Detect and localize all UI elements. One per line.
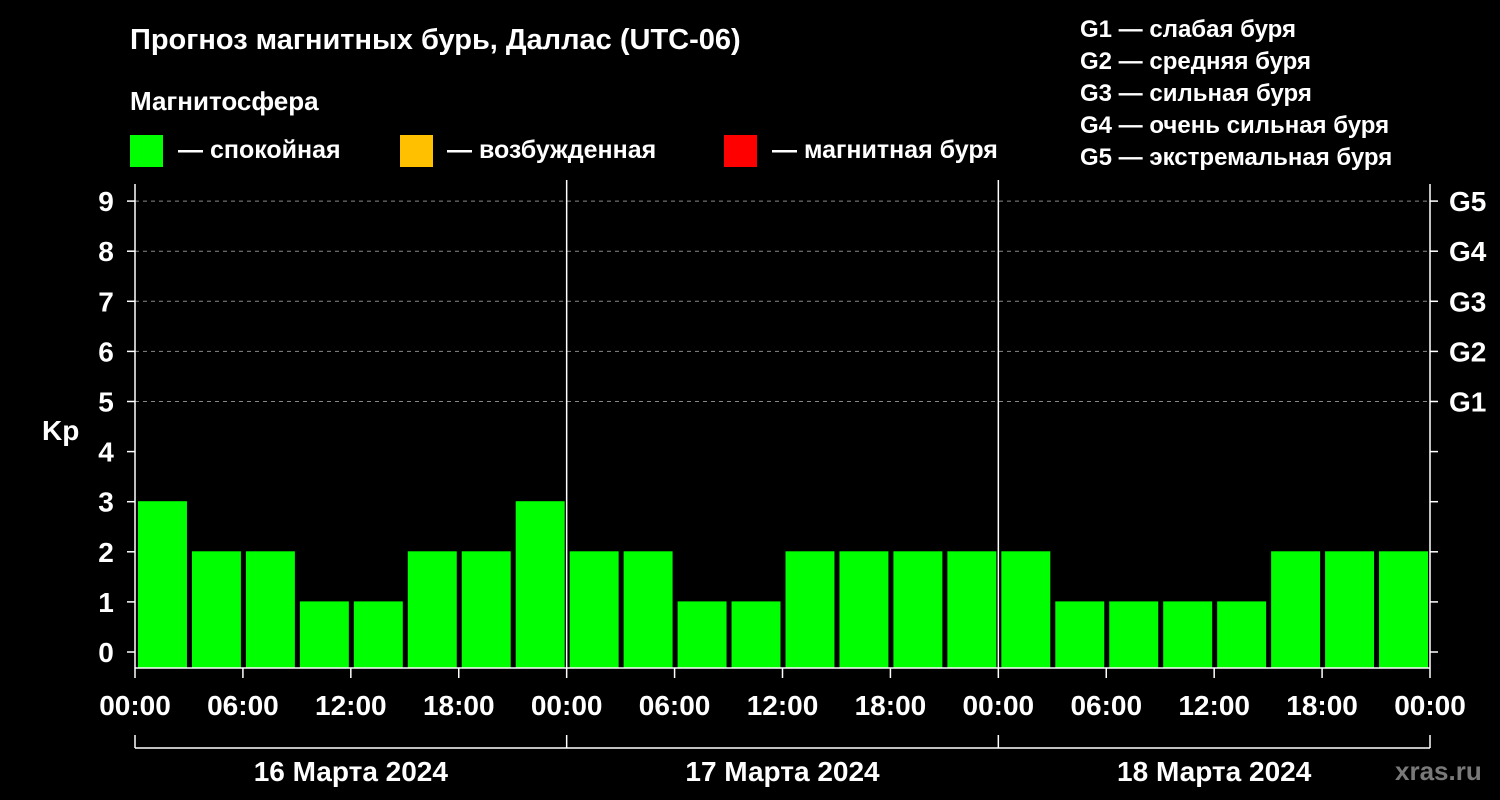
chart-title: Прогноз магнитных бурь, Даллас (UTC-06) (130, 24, 741, 56)
kp-bar (299, 601, 349, 668)
g-level-label: G1 (1449, 387, 1486, 418)
legend-swatch-quiet (130, 135, 163, 167)
kp-bar (1217, 601, 1267, 668)
kp-bar (785, 551, 835, 668)
y-tick-label: 4 (98, 437, 114, 468)
kp-bar (1055, 601, 1105, 668)
kp-bar (1379, 551, 1428, 668)
legend-label-storm: — магнитная буря (772, 136, 998, 164)
y-tick-label: 3 (98, 487, 114, 518)
kp-bar (1163, 601, 1213, 668)
g-scale-g2: G2 — средняя буря (1080, 48, 1311, 75)
y-tick-label: 2 (98, 537, 114, 568)
x-tick-label: 12:00 (1178, 690, 1250, 721)
kp-bar (461, 551, 511, 668)
day-label: 18 Марта 2024 (1117, 756, 1312, 787)
legend-heading: Магнитосфера (130, 86, 319, 116)
x-tick-label: 00:00 (963, 690, 1035, 721)
x-tick-label: 00:00 (1394, 690, 1466, 721)
g-scale-g3: G3 — сильная буря (1080, 80, 1312, 107)
kp-bar (893, 551, 943, 668)
x-tick-label: 06:00 (639, 690, 711, 721)
y-tick-label: 7 (98, 286, 114, 317)
y-tick-label: 6 (98, 336, 114, 367)
y-tick-label: 1 (98, 587, 114, 618)
g-scale-g5: G5 — экстремальная буря (1080, 144, 1392, 171)
kp-bar (407, 551, 457, 668)
legend-label-quiet: — спокойная (178, 136, 341, 164)
kp-bar (515, 501, 565, 668)
g-scale-g4: G4 — очень сильная буря (1080, 112, 1389, 139)
x-tick-label: 18:00 (423, 690, 495, 721)
kp-bar (623, 551, 673, 668)
x-tick-label: 12:00 (747, 690, 819, 721)
kp-bar (731, 601, 781, 668)
kp-bar (1001, 551, 1051, 668)
x-tick-label: 18:00 (855, 690, 927, 721)
legend-swatch-storm (724, 135, 757, 167)
kp-forecast-chart: Прогноз магнитных бурь, Даллас (UTC-06) … (42, 16, 1487, 787)
day-label: 17 Марта 2024 (685, 756, 880, 787)
kp-bar (677, 601, 727, 668)
kp-bar (191, 551, 241, 668)
kp-bar (947, 551, 997, 668)
kp-bar (1325, 551, 1375, 668)
g-level-label: G3 (1449, 286, 1486, 317)
watermark: xras.ru (1395, 756, 1482, 786)
legend-swatch-active (400, 135, 433, 167)
x-tick-label: 12:00 (315, 690, 387, 721)
x-tick-label: 18:00 (1286, 690, 1358, 721)
y-axis-label: Kp (42, 415, 79, 446)
y-tick-label: 5 (98, 387, 114, 418)
x-tick-label: 06:00 (207, 690, 279, 721)
x-tick-label: 06:00 (1070, 690, 1142, 721)
y-tick-label: 0 (98, 637, 114, 668)
y-tick-label: 9 (98, 186, 114, 217)
x-tick-label: 00:00 (531, 690, 603, 721)
y-tick-label: 8 (98, 236, 114, 267)
g-scale-g1: G1 — слабая буря (1080, 16, 1296, 43)
legend-label-active: — возбужденная (447, 136, 656, 164)
kp-bar (353, 601, 403, 668)
kp-bar (569, 551, 619, 668)
x-tick-label: 00:00 (99, 690, 171, 721)
day-label: 16 Марта 2024 (254, 756, 449, 787)
g-level-label: G2 (1449, 336, 1486, 367)
kp-bar (138, 501, 187, 668)
g-level-label: G4 (1449, 236, 1487, 267)
kp-bar (245, 551, 295, 668)
kp-bar (839, 551, 889, 668)
g-level-label: G5 (1449, 186, 1486, 217)
kp-bar (1271, 551, 1321, 668)
kp-bar (1109, 601, 1159, 668)
